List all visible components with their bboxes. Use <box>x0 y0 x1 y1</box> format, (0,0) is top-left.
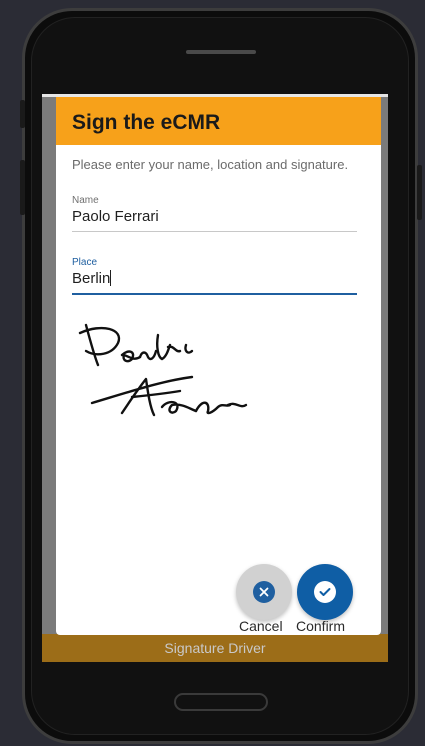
place-field-underline <box>72 293 357 295</box>
signature-pad[interactable] <box>72 315 272 425</box>
cancel-button[interactable] <box>236 564 292 620</box>
phone-side-button-right <box>417 165 422 220</box>
signature-drawing <box>78 323 248 417</box>
phone-side-button-left <box>20 100 25 128</box>
signature-driver-label: Signature Driver <box>164 640 266 656</box>
signature-driver-bar[interactable]: Signature Driver <box>42 634 388 662</box>
name-field-value[interactable]: Paolo Ferrari <box>72 208 357 225</box>
name-field-label: Name <box>72 195 99 206</box>
phone-speaker <box>186 50 256 54</box>
sign-dialog: Sign the eCMR Please enter your name, lo… <box>56 97 381 635</box>
cancel-button-label[interactable]: Cancel <box>239 618 283 634</box>
name-field-underline <box>72 231 357 232</box>
confirm-button-label[interactable]: Confirm <box>296 618 345 634</box>
app-screen: Signature Driver Sign the eCMR Please en… <box>42 94 388 662</box>
dialog-header: Sign the eCMR <box>56 97 381 145</box>
check-circle-icon <box>314 581 336 603</box>
close-circle-icon <box>253 581 275 603</box>
phone-side-button-left-lower <box>20 160 25 215</box>
phone-home-button[interactable] <box>174 693 268 711</box>
dialog-intro-text: Please enter your name, location and sig… <box>72 157 349 172</box>
place-field-value: Berlin <box>72 270 111 287</box>
place-field[interactable]: Place Berlin <box>72 257 357 295</box>
place-field-input[interactable]: Berlin <box>72 270 357 287</box>
place-field-label: Place <box>72 257 98 268</box>
confirm-button[interactable] <box>297 564 353 620</box>
name-field[interactable]: Name Paolo Ferrari <box>72 195 357 232</box>
dialog-title: Sign the eCMR <box>72 111 221 134</box>
text-cursor <box>110 270 112 286</box>
